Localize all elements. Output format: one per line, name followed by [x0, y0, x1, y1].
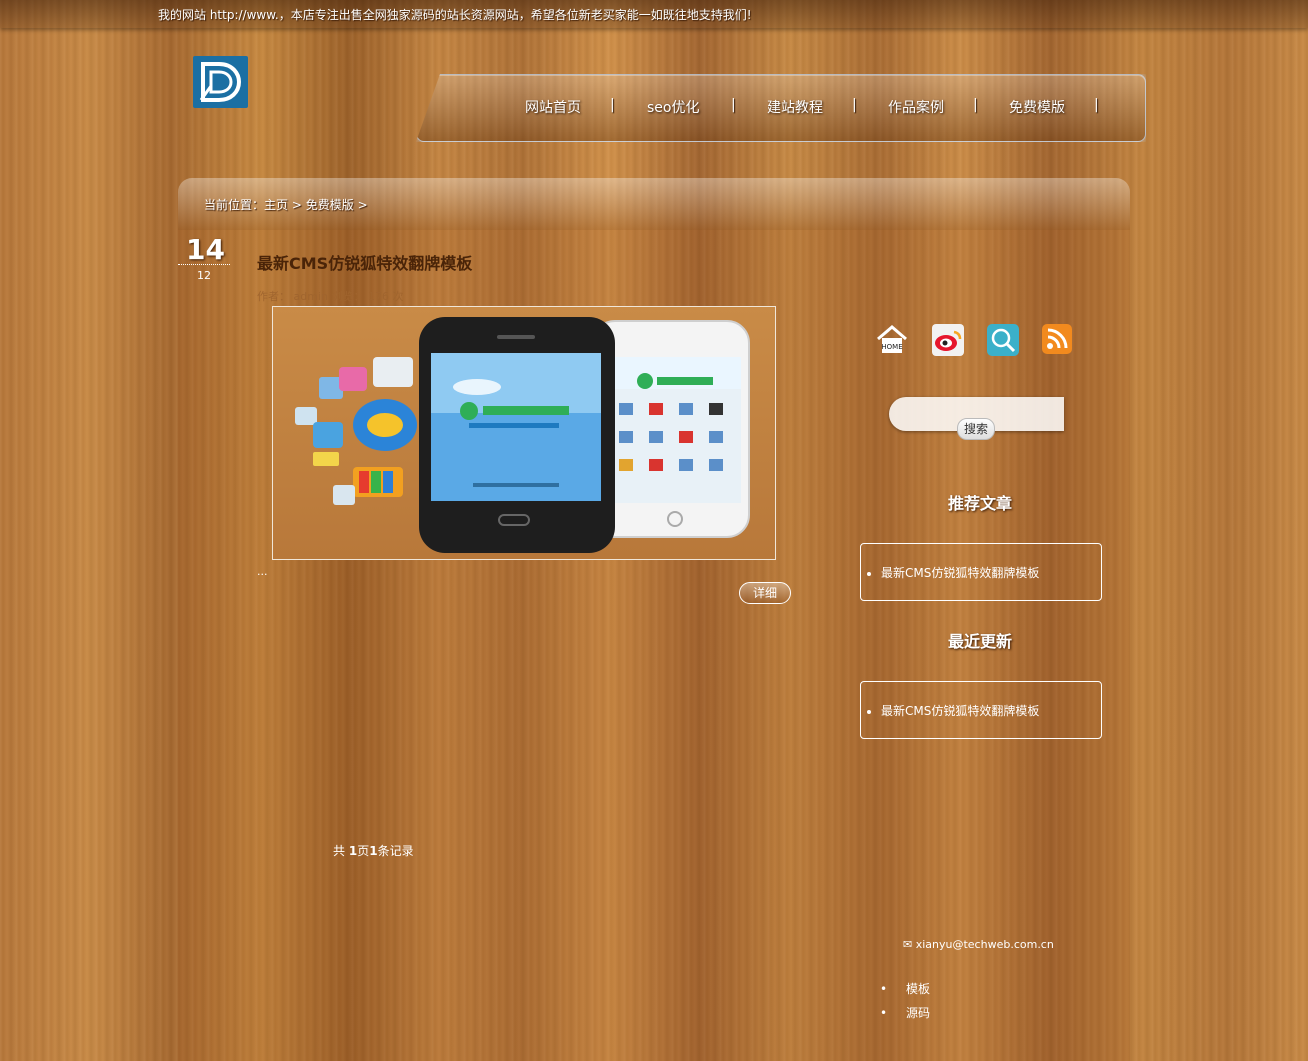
- search-button[interactable]: 搜索: [957, 418, 995, 440]
- recommended-item-link[interactable]: 最新CMS仿锐狐特效翻牌模板: [881, 564, 1039, 581]
- post-meta: 作者： admin 浏览： 176 次: [257, 290, 404, 303]
- pagination-summary: 共 1页1条记录: [333, 842, 414, 859]
- breadcrumb-separator: >: [291, 198, 302, 212]
- post-date-day: 14: [186, 233, 225, 266]
- pager-suffix: 条记录: [377, 844, 414, 858]
- post-excerpt: ...: [257, 565, 268, 578]
- nav-separator: |: [852, 97, 857, 113]
- logo-d-icon: [199, 62, 242, 102]
- breadcrumb-separator: >: [357, 198, 368, 212]
- mail-icon: ✉: [903, 938, 913, 951]
- breadcrumb-home-link[interactable]: 主页: [264, 198, 288, 212]
- nav-seo[interactable]: seo优化: [647, 97, 699, 117]
- contact-email[interactable]: ✉ xianyu@techweb.com.cn: [903, 938, 1054, 951]
- announcement-text: 我的网站 http://www.，本店专注出售全网独家源码的站长资源网站，希望各…: [158, 8, 752, 22]
- nav-separator: |: [973, 97, 978, 113]
- tag-list: 模板 源码: [880, 980, 930, 1028]
- nav-cases[interactable]: 作品案例: [888, 97, 944, 117]
- rss-icon[interactable]: [1042, 324, 1074, 356]
- site-logo[interactable]: [193, 56, 248, 108]
- pager-mid: 页: [357, 844, 370, 858]
- search-glass-icon[interactable]: [987, 324, 1019, 356]
- recent-item-link[interactable]: 最新CMS仿锐狐特效翻牌模板: [881, 702, 1039, 719]
- breadcrumb-prefix: 当前位置：: [204, 198, 265, 212]
- nav-tutorials[interactable]: 建站教程: [767, 97, 823, 117]
- tag-link-template[interactable]: 模板: [880, 980, 930, 997]
- nav-separator: |: [610, 97, 615, 113]
- phones-illustration: [295, 317, 750, 553]
- home-icon[interactable]: HOME: [875, 324, 907, 356]
- breadcrumb: 当前位置：主页 > 免费模版 >: [204, 196, 368, 213]
- nav-home[interactable]: 网站首页: [525, 97, 581, 117]
- recommended-title: 推荐文章: [947, 494, 1012, 513]
- nav-separator: |: [1094, 97, 1099, 113]
- recommended-list: 最新CMS仿锐狐特效翻牌模板: [860, 543, 1102, 601]
- date-divider: [178, 264, 230, 265]
- pager-page-count: 1: [348, 844, 358, 858]
- recent-title: 最近更新: [947, 632, 1012, 651]
- weibo-icon[interactable]: [932, 324, 964, 356]
- nav-separator: |: [731, 97, 736, 113]
- top-announcement-bar: 我的网站 http://www.，本店专注出售全网独家源码的站长资源网站，希望各…: [0, 0, 1308, 28]
- nav-free-templates[interactable]: 免费模版: [1009, 97, 1065, 117]
- post-thumbnail[interactable]: [272, 306, 776, 560]
- tag-link-source[interactable]: 源码: [880, 1004, 930, 1021]
- breadcrumb-current-link[interactable]: 免费模版: [306, 198, 354, 212]
- main-nav: 网站首页 | seo优化 | 建站教程 | 作品案例 | 免费模版 |: [416, 74, 1146, 142]
- email-text: xianyu@techweb.com.cn: [915, 938, 1054, 951]
- home-icon-text: HOME: [881, 343, 902, 351]
- post-date-month: 12: [197, 269, 211, 282]
- recent-list: 最新CMS仿锐狐特效翻牌模板: [860, 681, 1102, 739]
- pager-prefix: 共: [333, 844, 349, 858]
- detail-button[interactable]: 详细: [739, 582, 791, 604]
- post-title-link[interactable]: 最新CMS仿锐狐特效翻牌模板: [257, 250, 472, 274]
- pager-record-count: 1: [369, 844, 378, 858]
